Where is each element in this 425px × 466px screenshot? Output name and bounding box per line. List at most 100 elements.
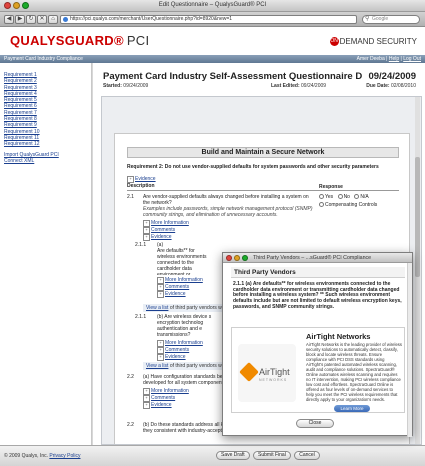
- requirement-text: Requirement 2: Do not use vendor-supplie…: [127, 164, 379, 170]
- evidence-link[interactable]: Evidence: [143, 234, 313, 241]
- sidebar: Requirement 1 Requirement 2 Requirement …: [0, 63, 92, 445]
- footer-buttons: Save Draft Submit Final Cancel: [216, 451, 322, 460]
- question-text: Are defaults** for wireless environments…: [157, 248, 207, 275]
- yes-radio[interactable]: [319, 194, 324, 200]
- window-title: Edit Questionnaire – QualysGuard® PCI: [158, 2, 267, 8]
- view-list-link[interactable]: View a list: [146, 363, 168, 369]
- question-examples: Examples include passwords, simple netwo…: [143, 206, 313, 218]
- no-label: No: [343, 194, 350, 200]
- logo-sub: NETWORKS: [259, 378, 288, 382]
- cancel-button[interactable]: Cancel: [294, 451, 320, 460]
- view-vendors-bar[interactable]: View a list of third party vendors wh: [143, 304, 228, 312]
- sidebar-item-import-xml[interactable]: Import QualysGuard PCI Connect XML: [4, 152, 91, 165]
- airtight-logo: AirTight NETWORKS: [238, 344, 296, 402]
- vertical-scrollbar[interactable]: [415, 97, 420, 444]
- page-title: Payment Card Industry Self-Assessment Qu…: [103, 71, 363, 82]
- comments-link[interactable]: Comments: [157, 347, 213, 354]
- page-date: 09/24/2009: [368, 71, 416, 82]
- ondemand-security-logo: ON DEMAND SECURITY: [329, 37, 417, 47]
- comments-link[interactable]: Comments: [143, 227, 313, 234]
- learn-more-button[interactable]: Learn More: [334, 405, 370, 412]
- last-edited-label: Last Edited:: [271, 83, 300, 89]
- popup-titlebar: Third Party Vendors – ...sGuard® PCI Com…: [223, 253, 412, 263]
- url-text: https://pci.qualys.com/merchant/UserQues…: [70, 16, 233, 22]
- response-header: Response: [319, 184, 343, 190]
- zoom-window-icon[interactable]: [22, 2, 29, 9]
- last-edited-value: 09/24/2009: [301, 83, 327, 89]
- question-number: 2.1: [127, 194, 134, 200]
- questionnaire-meta: Started: 09/24/2009 Last Edited: 09/24/2…: [103, 83, 416, 89]
- question-links: More Information Comments Evidence: [157, 340, 213, 361]
- logout-link[interactable]: Log Out: [403, 56, 421, 62]
- import-line-2: Connect XML: [4, 157, 35, 164]
- question-links: More Information Comments Evidence: [157, 277, 213, 298]
- ondemand-text: DEMAND SECURITY: [339, 37, 417, 46]
- evidence-link[interactable]: Evidence: [143, 402, 233, 409]
- last-edited: Last Edited: 09/24/2009: [271, 83, 326, 89]
- due-label: Due Date:: [366, 83, 390, 89]
- compensating-radio[interactable]: [319, 202, 324, 208]
- evidence-link[interactable]: Evidence: [127, 176, 421, 183]
- app-subheader: Payment Card Industry Compliance Amer De…: [0, 55, 425, 63]
- popup-close-icon[interactable]: [226, 255, 232, 261]
- compensating-label: Compensating Controls: [325, 202, 378, 208]
- search-icon: ⚲: [365, 16, 370, 22]
- popup-scrollbar[interactable]: [407, 263, 412, 437]
- footer-bar: © 2009 Qualys, Inc. Privacy Policy Save …: [0, 445, 425, 466]
- copyright-text: © 2009 Qualys, Inc.: [4, 453, 48, 459]
- evidence-link[interactable]: Evidence: [157, 354, 213, 361]
- evidence-link[interactable]: Evidence: [157, 291, 213, 298]
- more-information-link[interactable]: More Information: [143, 220, 313, 227]
- comments-link[interactable]: Comments: [143, 395, 233, 402]
- more-information-link[interactable]: More Information: [157, 277, 213, 284]
- scrollbar-thumb[interactable]: [415, 157, 420, 277]
- question-number: 2.1.1: [135, 242, 147, 248]
- popup-zoom-icon[interactable]: [242, 255, 248, 261]
- url-bar[interactable]: https://pci.qualys.com/merchant/UserQues…: [60, 15, 357, 24]
- na-label: N/A: [360, 194, 369, 200]
- yes-no-na: Yes No N/A: [319, 194, 399, 200]
- browser-toolbar: ◀ ▶ ↻ ✕ ⌂ https://pci.qualys.com/merchan…: [0, 12, 425, 27]
- comments-link[interactable]: Comments: [157, 284, 213, 291]
- help-link[interactable]: Help: [389, 56, 399, 62]
- ondemand-mark: ON: [329, 37, 339, 47]
- logo-pci: PCI: [126, 33, 150, 48]
- save-draft-button[interactable]: Save Draft: [216, 451, 250, 460]
- forward-arrow-icon[interactable]: ▶: [15, 15, 25, 24]
- privacy-policy-link[interactable]: Privacy Policy: [49, 453, 80, 459]
- question-body: Are vendor-supplied defaults always chan…: [143, 194, 313, 241]
- close-window-icon[interactable]: [4, 2, 11, 9]
- stop-icon[interactable]: ✕: [37, 15, 47, 24]
- copyright: © 2009 Qualys, Inc. Privacy Policy: [4, 453, 81, 459]
- window-titlebar: Edit Questionnaire – QualysGuard® PCI: [0, 0, 425, 12]
- view-list-link[interactable]: View a list: [146, 305, 168, 311]
- home-icon[interactable]: ⌂: [48, 15, 58, 24]
- question-body: (b) Are wireless device s encryption tec…: [157, 314, 213, 361]
- question-text: Have configuration standards been develo…: [143, 374, 229, 386]
- popup-minimize-icon[interactable]: [234, 255, 240, 261]
- question-body: (a) Are defaults** for wireless environm…: [157, 242, 213, 298]
- view-vendors-bar[interactable]: View a list of third party vendors wh: [143, 362, 228, 370]
- popup-question-text: 2.1.1 (a) Are defaults** for wireless en…: [233, 281, 402, 310]
- app-header: QUALYSGUARD® PCI ON DEMAND SECURITY: [0, 27, 425, 55]
- search-input[interactable]: ⚲ Google: [362, 15, 420, 24]
- vendor-card: AirTight NETWORKS AirTight Networks AirT…: [231, 327, 405, 413]
- more-information-link[interactable]: More Information: [143, 388, 233, 395]
- due-date: Due Date: 02/08/2010: [366, 83, 416, 89]
- back-arrow-icon[interactable]: ◀: [4, 15, 14, 24]
- question-number: 2.2: [127, 422, 134, 428]
- question-number: 2.1.1: [135, 314, 147, 320]
- close-button[interactable]: Close: [296, 419, 334, 428]
- no-radio[interactable]: [337, 194, 343, 200]
- description-header: Description: [127, 183, 155, 189]
- section-title: Build and Maintain a Secure Network: [127, 147, 399, 158]
- submit-final-button[interactable]: Submit Final: [253, 451, 291, 460]
- na-radio[interactable]: [354, 194, 360, 200]
- question-body: (a) Have configuration standards been de…: [143, 374, 233, 409]
- reload-icon[interactable]: ↻: [26, 15, 36, 24]
- user-name[interactable]: Amer Deeba: [357, 56, 385, 62]
- minimize-window-icon[interactable]: [13, 2, 20, 9]
- more-information-link[interactable]: More Information: [157, 340, 213, 347]
- question-text: Are wireless device s encryption technol…: [157, 314, 212, 338]
- response-options: Yes No N/A Compensating Controls: [319, 194, 399, 210]
